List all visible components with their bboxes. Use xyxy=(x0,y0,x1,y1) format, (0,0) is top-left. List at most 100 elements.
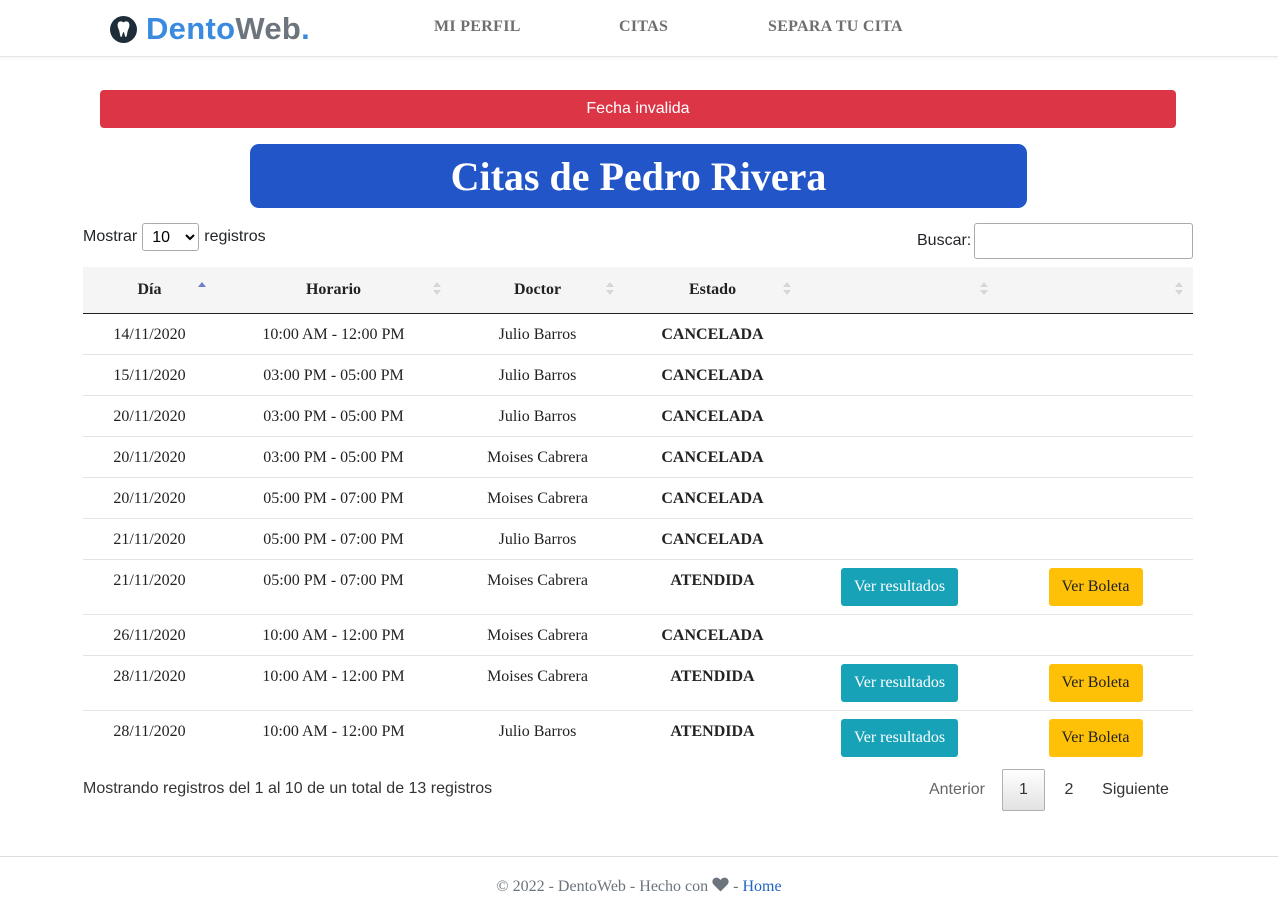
tooth-icon xyxy=(110,15,137,43)
cell-doctor: Julio Barros xyxy=(498,325,577,343)
search-label: Buscar: xyxy=(917,232,972,249)
cell-dia: 20/11/2020 xyxy=(83,476,216,518)
cell-empty xyxy=(801,517,998,559)
brand-dot: . xyxy=(301,11,311,46)
sort-icon xyxy=(606,282,614,296)
status-cancelada: CANCELADA xyxy=(624,613,801,655)
navbar: Dento Web. MI PERFIL CITAS SEPARA TU CITA xyxy=(0,0,1278,57)
cell-boleta: Ver Boleta xyxy=(998,558,1193,614)
cell-empty xyxy=(801,394,998,436)
pagination-next[interactable]: Siguiente xyxy=(1093,769,1178,811)
cell-boleta: Ver Boleta xyxy=(998,654,1193,710)
pagination-page-2[interactable]: 2 xyxy=(1045,769,1093,811)
cell-empty xyxy=(998,435,1193,477)
table-row: 26/11/2020 10:00 AM - 12:00 PM Moises Ca… xyxy=(83,613,1193,655)
column-header-boleta[interactable] xyxy=(998,267,1193,314)
status-cancelada: CANCELADA xyxy=(661,325,764,343)
sort-asc-icon xyxy=(198,282,206,296)
table-header-row: Día Horario Doctor Estado xyxy=(83,267,1193,314)
cell-horario: 03:00 PM - 05:00 PM xyxy=(216,435,451,477)
status-cancelada: CANCELADA xyxy=(624,394,801,436)
cell-empty xyxy=(998,353,1193,395)
cell-empty xyxy=(998,313,1193,354)
status-atendida: ATENDIDA xyxy=(624,654,801,710)
ver-resultados-button[interactable]: Ver resultados xyxy=(841,663,958,702)
sort-icon xyxy=(433,282,441,296)
cell-horario: 05:00 PM - 07:00 PM xyxy=(216,476,451,518)
column-header-doctor[interactable]: Doctor xyxy=(451,267,624,314)
cell-horario: 10:00 AM - 12:00 PM xyxy=(216,613,451,655)
search-control: Buscar: xyxy=(917,223,1194,259)
cell-empty xyxy=(998,517,1193,559)
search-input[interactable] xyxy=(974,223,1194,259)
show-label: Mostrar xyxy=(83,228,138,245)
ver-boleta-button[interactable]: Ver Boleta xyxy=(1048,718,1143,757)
cell-doctor: Julio Barros xyxy=(451,709,624,765)
brand-logo[interactable]: Dento Web. xyxy=(110,11,311,46)
table-row: 20/11/2020 03:00 PM - 05:00 PM Julio Bar… xyxy=(83,394,1193,436)
status-cancelada: CANCELADA xyxy=(624,435,801,477)
cell-dia: 20/11/2020 xyxy=(83,394,216,436)
error-alert: Fecha invalida xyxy=(100,90,1176,128)
cell-doctor: Moises Cabrera xyxy=(451,476,624,518)
table-row: 21/11/2020 05:00 PM - 07:00 PM Moises Ca… xyxy=(83,558,1193,614)
nav-citas[interactable]: CITAS xyxy=(619,18,668,36)
table-info: Mostrando registros del 1 al 10 de un to… xyxy=(83,780,493,797)
status-cancelada: CANCELADA xyxy=(624,476,801,518)
ver-resultados-button[interactable]: Ver resultados xyxy=(841,567,958,606)
cell-empty xyxy=(801,613,998,655)
cell-resultados: Ver resultados xyxy=(801,654,998,710)
pagination-page-1[interactable]: 1 xyxy=(1002,769,1045,811)
sort-icon xyxy=(783,282,791,296)
cell-dia: 15/11/2020 xyxy=(83,353,216,395)
cell-empty xyxy=(998,394,1193,436)
table-row: 21/11/2020 05:00 PM - 07:00 PM Julio Bar… xyxy=(83,517,1193,559)
length-control: Mostrar 10 registros xyxy=(83,223,266,251)
page-title: Citas de Pedro Rivera xyxy=(450,153,827,199)
column-header-estado[interactable]: Estado xyxy=(624,267,801,314)
cell-dia: 26/11/2020 xyxy=(83,613,216,655)
cell-horario: 10:00 AM - 12:00 PM xyxy=(216,654,451,710)
alert-text: Fecha invalida xyxy=(586,100,690,117)
footer-separator: - xyxy=(733,878,739,895)
cell-horario: 05:00 PM - 07:00 PM xyxy=(216,558,451,614)
column-header-resultados[interactable] xyxy=(801,267,998,314)
table-row: 20/11/2020 03:00 PM - 05:00 PM Moises Ca… xyxy=(83,435,1193,477)
ver-boleta-button[interactable]: Ver Boleta xyxy=(1048,567,1143,606)
column-header-dia[interactable]: Día xyxy=(83,267,216,314)
nav-mi-perfil[interactable]: MI PERFIL xyxy=(434,18,521,36)
cell-empty xyxy=(998,613,1193,655)
cell-empty xyxy=(801,313,998,354)
appointments-table: Día Horario Doctor Estado 14/11/2020 10:… xyxy=(83,267,1193,765)
brand-name-part2: Web xyxy=(235,11,302,46)
cell-doctor: Julio Barros xyxy=(451,394,624,436)
page-title-banner: Citas de Pedro Rivera xyxy=(250,144,1027,208)
table-row: 28/11/2020 10:00 AM - 12:00 PM Moises Ca… xyxy=(83,654,1193,710)
pagination-previous[interactable]: Anterior xyxy=(912,769,1002,811)
cell-empty xyxy=(801,476,998,518)
cell-horario: 03:00 PM - 05:00 PM xyxy=(216,394,451,436)
cell-horario: 03:00 PM - 05:00 PM xyxy=(216,353,451,395)
entries-select[interactable]: 10 xyxy=(142,223,200,251)
cell-dia: 21/11/2020 xyxy=(83,558,216,614)
cell-doctor: Moises Cabrera xyxy=(451,558,624,614)
table-row: 15/11/2020 03:00 PM - 05:00 PM Julio Bar… xyxy=(83,353,1193,395)
cell-empty xyxy=(998,476,1193,518)
cell-dia: 14/11/2020 xyxy=(113,325,186,343)
cell-doctor: Julio Barros xyxy=(451,353,624,395)
ver-resultados-button[interactable]: Ver resultados xyxy=(841,718,958,757)
cell-doctor: Moises Cabrera xyxy=(451,613,624,655)
column-header-horario[interactable]: Horario xyxy=(216,267,451,314)
cell-dia: 20/11/2020 xyxy=(83,435,216,477)
brand-name-part1: Dento xyxy=(146,11,236,46)
pagination: Anterior 1 2 Siguiente xyxy=(912,769,1178,811)
table-row: 14/11/2020 10:00 AM - 12:00 PM Julio Bar… xyxy=(83,313,1193,354)
cell-empty xyxy=(801,353,998,395)
sort-icon xyxy=(980,282,988,296)
nav-separa-tu-cita[interactable]: SEPARA TU CITA xyxy=(768,18,903,36)
status-cancelada: CANCELADA xyxy=(624,353,801,395)
cell-doctor: Moises Cabrera xyxy=(451,435,624,477)
footer-home-link[interactable]: Home xyxy=(742,878,781,896)
cell-horario: 10:00 AM - 12:00 PM xyxy=(262,325,405,343)
ver-boleta-button[interactable]: Ver Boleta xyxy=(1048,663,1143,702)
